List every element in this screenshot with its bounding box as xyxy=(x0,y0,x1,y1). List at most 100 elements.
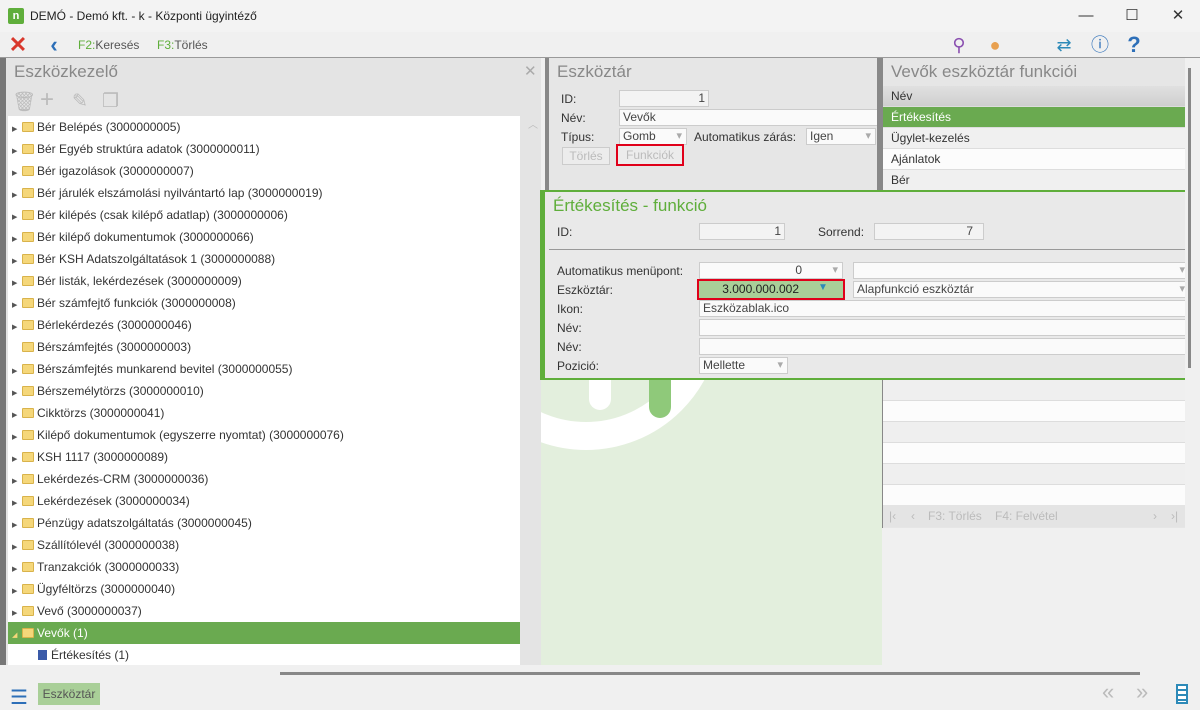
tree-item[interactable]: ▶ Bér járulék elszámolási nyilvántartó la… xyxy=(8,182,520,204)
folder-icon xyxy=(22,298,34,308)
type-select[interactable]: Gomb xyxy=(619,128,687,145)
tree-item[interactable]: ▶ Lekérdezés-CRM (3000000036) xyxy=(8,468,520,490)
next-window-icon[interactable]: » xyxy=(1136,679,1148,705)
icon-label: Ikon: xyxy=(557,302,584,316)
maximize-button[interactable]: ☐ xyxy=(1109,4,1155,28)
first-page-icon[interactable]: |‹ xyxy=(889,505,896,527)
search-button[interactable]: F2:Keresés xyxy=(78,38,139,52)
tree-item[interactable]: ▶ KSH 1117 (3000000089) xyxy=(8,446,520,468)
toolbar-name-select[interactable]: Alapfunkció eszköztár xyxy=(853,281,1190,298)
tree-item[interactable]: ▶ Bérszemélytörzs (3000000010) xyxy=(8,380,520,402)
tree-item[interactable]: ▶ Pénzügy adatszolgáltatás (3000000045) xyxy=(8,512,520,534)
function-row[interactable]: Ajánlatok xyxy=(883,149,1185,170)
name-field-1[interactable] xyxy=(699,319,1190,336)
tree-item-label: Pénzügy adatszolgáltatás (3000000045) xyxy=(37,516,252,530)
pager-delete-button[interactable]: F3: Törlés xyxy=(928,505,982,527)
pager-add-button[interactable]: F4: Felvétel xyxy=(995,505,1058,527)
edit-icon[interactable]: ✎ xyxy=(72,90,88,113)
tree-item[interactable]: ▶ Vevő (3000000037) xyxy=(8,600,520,622)
tree-item-selected[interactable]: ◢ Vevők (1) xyxy=(8,622,520,644)
add-icon[interactable]: + xyxy=(40,86,54,114)
id-label: ID: xyxy=(561,92,577,106)
tree-item-label: Bér Belépés (3000000005) xyxy=(37,120,181,134)
tree-item[interactable]: ▶ Bérlekérdezés (3000000046) xyxy=(8,314,520,336)
column-header-name[interactable]: Név xyxy=(883,86,1185,107)
minimize-button[interactable]: — xyxy=(1063,4,1109,28)
name-label-2: Név: xyxy=(557,340,582,354)
function-row[interactable]: Ügylet-kezelés xyxy=(883,128,1185,149)
tree-item[interactable]: ▶ Bér Belépés (3000000005) xyxy=(8,116,520,138)
tree-item[interactable]: ▶ Szállítólevél (3000000038) xyxy=(8,534,520,556)
prev-window-icon[interactable]: « xyxy=(1102,679,1114,705)
id-field[interactable]: 1 xyxy=(699,223,785,240)
position-select[interactable]: Mellette xyxy=(699,357,788,374)
delete-button[interactable]: F3:Törlés xyxy=(157,38,208,52)
trash-icon[interactable]: 🗑 xyxy=(12,90,36,114)
close-icon[interactable]: ✕ xyxy=(6,34,30,56)
user-icon[interactable]: ● xyxy=(983,35,1007,55)
next-page-icon[interactable]: › xyxy=(1153,505,1157,527)
vertical-scrollbar[interactable] xyxy=(1185,58,1200,665)
tree-item[interactable]: ▶ Lekérdezések (3000000034) xyxy=(8,490,520,512)
auto-close-select[interactable]: Igen xyxy=(806,128,876,145)
switch-icon[interactable]: ⇄ xyxy=(1052,35,1076,55)
folder-icon xyxy=(22,386,34,396)
tree-view[interactable]: ▶ Bér Belépés (3000000005) ▶ Bér Egyéb stru… xyxy=(8,116,520,665)
horizontal-scrollbar[interactable] xyxy=(280,672,1140,675)
tree-item[interactable]: ▶ Bérszámfejtés munkarend bevitel (300000… xyxy=(8,358,520,380)
name-field-2[interactable] xyxy=(699,338,1190,355)
title-bar: n DEMÓ - Demó kft. - k - Központi ügyint… xyxy=(0,0,1200,32)
tree-item[interactable]: ▶ Bér Egyéb struktúra adatok (3000000011) xyxy=(8,138,520,160)
tree-item[interactable]: ▶ Bér igazolások (3000000007) xyxy=(8,160,520,182)
functions-button[interactable]: Funkciók xyxy=(616,144,684,166)
close-panel-icon[interactable]: ✕ xyxy=(524,62,537,80)
delete-label: Törlés xyxy=(174,38,208,52)
tree-item[interactable]: ▶ Bér kilépő dokumentumok (3000000066) xyxy=(8,226,520,248)
tree-item[interactable]: ▶ Ügyféltörzs (3000000040) xyxy=(8,578,520,600)
logo-bar xyxy=(589,380,611,410)
close-window-button[interactable]: ✕ xyxy=(1155,4,1200,28)
tree-item[interactable]: ▶ Bér kilépés (csak kilépő adatlap) (3000… xyxy=(8,204,520,226)
tree-item[interactable]: ▶ Bér számfejtő funkciók (3000000008) xyxy=(8,292,520,314)
id-field[interactable]: 1 xyxy=(619,90,709,107)
tree-item[interactable]: ▶ Bér listák, lekérdezések (3000000009) xyxy=(8,270,520,292)
info-icon[interactable]: ⓘ xyxy=(1088,35,1112,55)
tree-item[interactable]: ▶ Bér KSH Adatszolgáltatások 1 (300000008… xyxy=(8,248,520,270)
last-page-icon[interactable]: ›| xyxy=(1171,505,1178,527)
tree-item[interactable]: ▶ Cikktörzs (3000000041) xyxy=(8,402,520,424)
tree-item[interactable]: ▶ Tranzakciók (3000000033) xyxy=(8,556,520,578)
menu-icon[interactable]: ☰ xyxy=(10,685,28,710)
folder-icon xyxy=(22,364,34,374)
back-icon[interactable]: ‹ xyxy=(42,34,66,56)
tree-scrollbar[interactable]: ︿ xyxy=(525,116,541,665)
tool-manager-panel: Eszközkezelő ✕ 🗑 + ✎ ❐ ▶ Bér Belépés (300… xyxy=(0,58,541,665)
auto-menu-select[interactable]: 0 xyxy=(699,262,843,279)
tree-child-item[interactable]: Értékesítés (1) xyxy=(8,644,520,665)
tab-eszkoztar[interactable]: Eszköztár xyxy=(38,683,100,705)
function-dialog: Értékesítés - funkció ID: 1 Sorrend: 7 A… xyxy=(540,190,1190,380)
function-row[interactable]: Bér xyxy=(883,170,1185,191)
name-field[interactable]: Vevők xyxy=(619,109,879,126)
folder-icon xyxy=(22,254,34,264)
position-label: Pozició: xyxy=(557,359,600,373)
copy-icon[interactable]: ❐ xyxy=(102,90,119,113)
function-row[interactable]: Értékesítés xyxy=(883,107,1185,128)
folder-icon xyxy=(22,430,34,440)
search-icon[interactable]: ⚲ xyxy=(947,35,971,55)
dropdown-icon[interactable]: ▼ xyxy=(818,282,828,293)
folder-icon xyxy=(22,562,34,572)
f3-key: F3: xyxy=(157,38,175,52)
auto-menu-name-select[interactable] xyxy=(853,262,1190,279)
app-logo-icon: n xyxy=(8,8,24,24)
order-field[interactable]: 7 xyxy=(874,223,984,240)
prev-page-icon[interactable]: ‹ xyxy=(911,505,915,527)
icon-field[interactable]: Eszközablak.ico xyxy=(699,300,1190,317)
tree-item[interactable]: ▶ Kilépő dokumentumok (egyszerre nyomtat)… xyxy=(8,424,520,446)
help-icon[interactable]: ? xyxy=(1122,34,1146,56)
name-label-1: Név: xyxy=(557,321,582,335)
tree-item[interactable]: Bérszámfejtés (3000000003) xyxy=(8,336,520,358)
folder-icon xyxy=(22,144,34,154)
list-icon[interactable] xyxy=(1176,684,1188,704)
delete-button[interactable]: Törlés xyxy=(562,147,610,165)
tree-item-label: Bér kilépés (csak kilépő adatlap) (30000… xyxy=(37,208,288,222)
